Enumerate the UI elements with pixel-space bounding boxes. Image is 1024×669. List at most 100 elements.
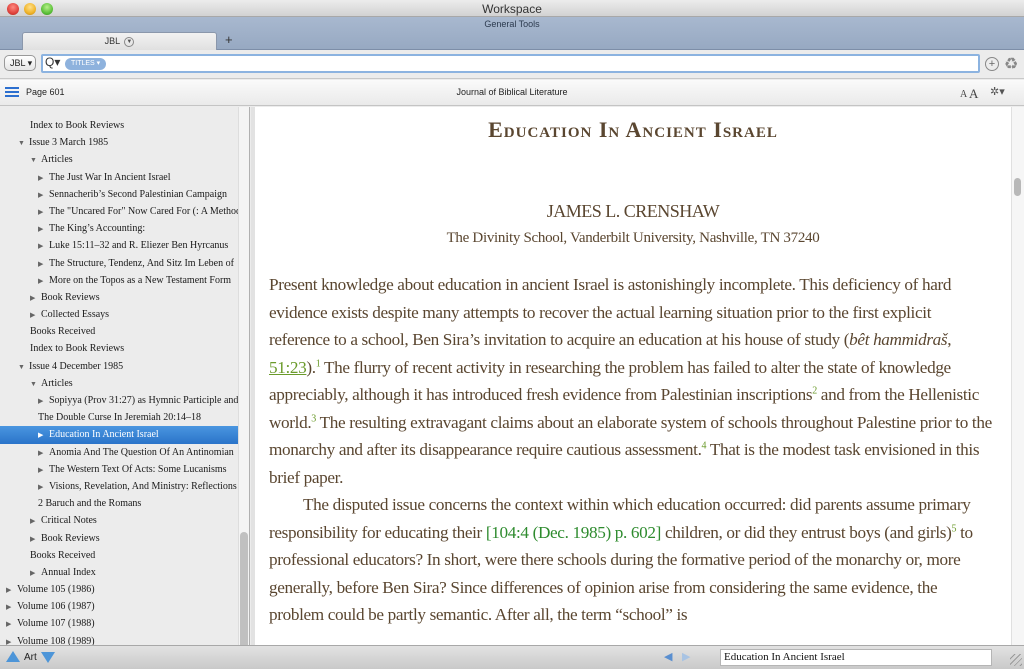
increase-font-button[interactable]: A <box>969 86 978 102</box>
previous-article-icon[interactable] <box>6 651 20 662</box>
italic-term: bêt hammidraš <box>849 330 948 349</box>
disclosure-collapsed-icon[interactable]: ▶ <box>38 479 49 495</box>
toc-item[interactable]: Books Received <box>0 547 238 564</box>
disclosure-expanded-icon[interactable]: ▼ <box>18 135 29 151</box>
text-run: ). <box>306 357 316 377</box>
toc-item[interactable]: ▶ The Structure, Tendenz, And Sitz Im Leb… <box>0 255 238 272</box>
tab-label: JBL <box>104 36 120 46</box>
resize-handle[interactable] <box>1010 654 1022 666</box>
disclosure-collapsed-icon[interactable]: ▶ <box>38 256 49 272</box>
disclosure-collapsed-icon[interactable]: ▶ <box>6 634 17 645</box>
disclosure-expanded-icon[interactable]: ▼ <box>30 152 41 168</box>
toc-item[interactable]: ▶ Visions, Revelation, And Ministry: Refl… <box>0 478 238 495</box>
disclosure-collapsed-icon[interactable]: ▶ <box>38 393 49 409</box>
toc-item[interactable]: ▶ Luke 15:11–32 and R. Eliezer Ben Hyrcan… <box>0 237 238 254</box>
disclosure-collapsed-icon[interactable]: ▶ <box>30 565 41 581</box>
toc-item[interactable]: ▶ Education In Ancient Israel <box>0 426 238 444</box>
toc-item[interactable]: ▶ Volume 107 (1988) <box>0 615 238 632</box>
add-tab-button[interactable]: + <box>225 32 233 47</box>
toc-item[interactable]: ▶ Volume 108 (1989) <box>0 633 238 645</box>
page-reference: [104:4 (Dec. 1985) p. 602] <box>485 522 662 542</box>
article-body: Present knowledge about education in anc… <box>255 271 1011 629</box>
tab-menu-icon[interactable]: ▼ <box>124 36 135 47</box>
toc-item[interactable]: Index to Book Reviews <box>0 117 238 134</box>
next-article-icon[interactable] <box>41 652 55 663</box>
toc-item[interactable]: ▶ Book Reviews <box>0 289 238 306</box>
disclosure-collapsed-icon[interactable]: ▶ <box>6 582 17 598</box>
forward-icon[interactable]: ▶ <box>682 650 690 663</box>
disclosure-collapsed-icon[interactable]: ▶ <box>38 273 49 289</box>
toc-item[interactable]: ▶ Anomia And The Question Of An Antinomia… <box>0 444 238 461</box>
toc-item[interactable]: ▶ The Just War In Ancient Israel <box>0 169 238 186</box>
disclosure-collapsed-icon[interactable]: ▶ <box>6 616 17 632</box>
paragraph-1: Present knowledge about education in anc… <box>269 271 993 491</box>
toc-item-label: Sopiyya (Prov 31:27) as Hymnic Participl… <box>49 395 238 406</box>
toc-item[interactable]: ▶ Sopiyya (Prov 31:27) as Hymnic Particip… <box>0 392 238 409</box>
toc-item[interactable]: ▶ The King’s Accounting: <box>0 220 238 237</box>
search-input[interactable]: Q▾ TITLES ▾ <box>41 54 980 73</box>
tab-jbl[interactable]: JBL ▼ <box>22 32 217 50</box>
search-scope-pill[interactable]: TITLES ▾ <box>65 58 107 70</box>
toc-item-label: Articles <box>41 377 73 389</box>
toc-item-label: Volume 105 (1986) <box>17 584 95 596</box>
toc-item-label: Collected Essays <box>41 309 110 321</box>
toc-item-label: Book Reviews <box>41 532 100 544</box>
disclosure-expanded-icon[interactable]: ▼ <box>18 359 29 375</box>
toc-item-label: The Structure, Tendenz, And Sitz Im Lebe… <box>49 257 234 269</box>
toc-item-label: The "Uncared For" Now Cared For (: A Met… <box>49 205 238 217</box>
disclosure-collapsed-icon[interactable]: ▶ <box>38 427 49 443</box>
toc-item-label: The King’s Accounting: <box>49 223 146 235</box>
toc-item[interactable]: ▶ More on the Topos as a New Testament Fo… <box>0 272 238 289</box>
article-title: Education In Ancient Israel <box>488 117 778 142</box>
toc-item[interactable]: 2 Baruch and the Romans <box>0 495 238 512</box>
toc-item-label: Issue 3 March 1985 <box>29 137 109 149</box>
add-icon[interactable]: + <box>985 57 999 71</box>
scripture-link[interactable]: 51:23 <box>269 358 307 377</box>
toc-item-label: Issue 4 December 1985 <box>29 360 124 372</box>
disclosure-collapsed-icon[interactable]: ▶ <box>38 204 49 220</box>
toc-item[interactable]: ▼ Issue 4 December 1985 <box>0 358 238 375</box>
disclosure-collapsed-icon[interactable]: ▶ <box>30 290 41 306</box>
library-selector-button[interactable]: JBL ▾ <box>4 55 36 71</box>
reading-pane-scrollbar[interactable] <box>1014 178 1021 196</box>
gear-icon[interactable]: ✲▾ <box>990 85 1005 98</box>
toc-item[interactable]: Books Received <box>0 323 238 340</box>
paragraph-2: The disputed issue concerns the context … <box>269 491 993 629</box>
toc-item[interactable]: ▼ Articles <box>0 151 238 168</box>
disclosure-collapsed-icon[interactable]: ▶ <box>30 307 41 323</box>
search-icon[interactable]: Q▾ <box>45 55 60 69</box>
toc-item[interactable]: ▶ Volume 106 (1987) <box>0 598 238 615</box>
disclosure-collapsed-icon[interactable]: ▶ <box>38 462 49 478</box>
decrease-font-button[interactable]: A <box>960 89 967 100</box>
disclosure-collapsed-icon[interactable]: ▶ <box>38 445 49 461</box>
disclosure-collapsed-icon[interactable]: ▶ <box>38 221 49 237</box>
recycle-icon[interactable]: ♻ <box>1004 54 1018 74</box>
toc-item[interactable]: ▶ Collected Essays <box>0 306 238 323</box>
toc-item[interactable]: ▶ Sennacherib’s Second Palestinian Campai… <box>0 186 238 203</box>
toc-item[interactable]: ▶ The "Uncared For" Now Cared For (: A Me… <box>0 203 238 220</box>
toc-item[interactable]: ▶ Volume 105 (1986) <box>0 581 238 598</box>
toc-item[interactable]: ▼ Articles <box>0 375 238 392</box>
toc-item[interactable]: ▶ Annual Index <box>0 564 238 581</box>
toc-item-label: Annual Index <box>41 566 96 578</box>
toc-item[interactable]: Index to Book Reviews <box>0 340 238 357</box>
disclosure-collapsed-icon[interactable]: ▶ <box>38 170 49 186</box>
toc-item[interactable]: ▶ The Western Text Of Acts: Some Lucanism… <box>0 461 238 478</box>
disclosure-expanded-icon[interactable]: ▼ <box>30 376 41 392</box>
toc-item[interactable]: The Double Curse In Jeremiah 20:14–18 <box>0 409 238 426</box>
back-icon[interactable]: ◀ <box>664 650 672 663</box>
toc-item-label: Index to Book Reviews <box>30 120 125 131</box>
location-field[interactable]: Education In Ancient Israel <box>720 649 992 666</box>
disclosure-collapsed-icon[interactable]: ▶ <box>6 599 17 615</box>
sidebar-scrollbar[interactable] <box>240 532 248 645</box>
text-run: , <box>947 330 952 349</box>
toc-item[interactable]: ▶ Critical Notes <box>0 512 238 529</box>
toc-item[interactable]: ▼ Issue 3 March 1985 <box>0 134 238 151</box>
toc-item[interactable]: ▶ Book Reviews <box>0 530 238 547</box>
disclosure-collapsed-icon[interactable]: ▶ <box>30 513 41 529</box>
disclosure-collapsed-icon[interactable]: ▶ <box>30 531 41 547</box>
text-run: children, or did they entrust boys (and … <box>661 522 952 542</box>
disclosure-collapsed-icon[interactable]: ▶ <box>38 187 49 203</box>
navigation-unit-label[interactable]: Art <box>24 652 37 663</box>
disclosure-collapsed-icon[interactable]: ▶ <box>38 238 49 254</box>
